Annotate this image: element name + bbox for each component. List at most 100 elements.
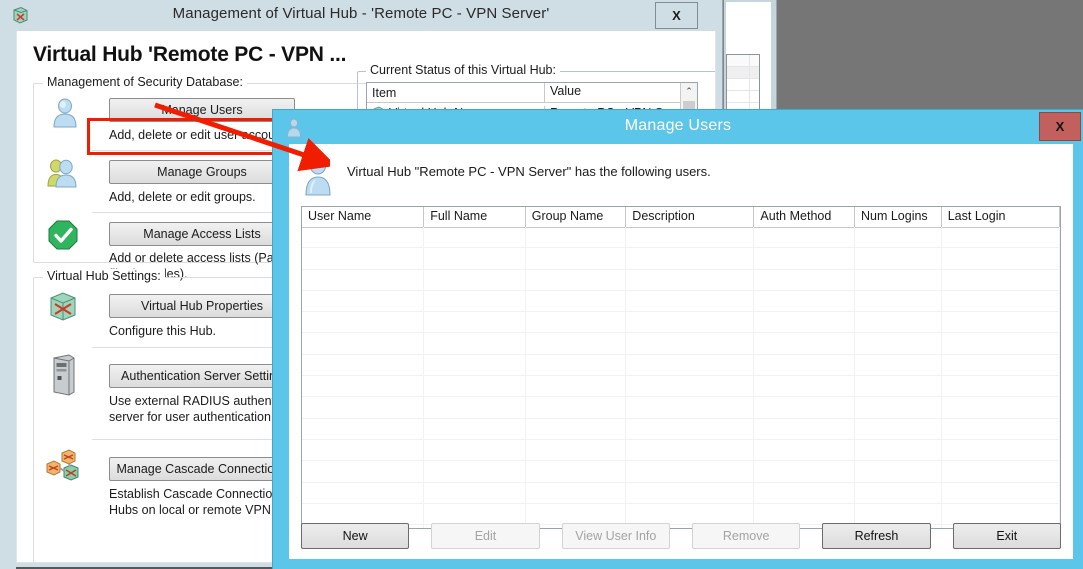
table-row[interactable] <box>302 439 1060 462</box>
new-button[interactable]: New <box>301 523 410 549</box>
user-table[interactable]: User Name Full Name Group Name Description A… <box>301 206 1061 529</box>
table-cell <box>754 418 855 439</box>
table-cell <box>626 397 755 418</box>
server-tower-icon <box>53 354 75 396</box>
virtual-hub-properties-button[interactable]: Virtual Hub Properties <box>109 294 295 318</box>
table-cell <box>424 333 526 354</box>
table-row[interactable] <box>302 269 1060 291</box>
user-table-column-header[interactable]: Description <box>626 207 755 227</box>
table-cell <box>626 290 755 312</box>
table-cell <box>626 503 755 525</box>
dialog-close-button[interactable]: X <box>1039 112 1081 141</box>
manage-users-button[interactable]: Manage Users <box>109 98 295 122</box>
table-cell <box>855 354 942 376</box>
table-cell <box>855 397 942 418</box>
dialog-client-area: Virtual Hub "Remote PC - VPN Server" has… <box>289 144 1073 559</box>
table-row[interactable] <box>302 227 1060 249</box>
scroll-up-icon[interactable]: ⌃ <box>681 83 697 99</box>
table-cell <box>302 354 425 376</box>
table-cell <box>302 248 425 269</box>
table-cell <box>754 269 855 290</box>
exit-button[interactable]: Exit <box>952 523 1061 549</box>
table-cell <box>526 333 627 354</box>
table-cell <box>855 312 942 333</box>
table-cell <box>754 333 855 354</box>
user-table-body[interactable] <box>302 227 1060 528</box>
table-cell <box>855 461 942 482</box>
table-cell <box>424 439 526 461</box>
table-row[interactable] <box>302 354 1060 377</box>
table-cell <box>424 248 526 269</box>
table-cell <box>855 503 942 525</box>
user-table-column-header[interactable]: Num Logins <box>855 207 942 227</box>
table-cell <box>526 312 627 333</box>
table-row[interactable] <box>302 376 1060 398</box>
table-cell <box>942 461 1060 482</box>
table-cell <box>942 248 1060 269</box>
edit-button: Edit <box>431 523 540 549</box>
table-row[interactable] <box>302 333 1060 355</box>
table-row[interactable] <box>302 397 1060 419</box>
table-cell <box>855 418 942 439</box>
table-cell <box>855 290 942 312</box>
main-window-titlebar[interactable]: Management of Virtual Hub - 'Remote PC -… <box>0 0 722 31</box>
table-cell <box>302 482 425 503</box>
user-table-column-header[interactable]: Last Login <box>942 207 1060 227</box>
table-cell <box>626 227 755 248</box>
table-cell <box>302 397 425 418</box>
table-row[interactable] <box>302 248 1060 270</box>
manage-groups-description: Add, delete or edit groups. <box>109 190 256 204</box>
table-row[interactable] <box>302 461 1060 483</box>
table-cell <box>526 290 627 312</box>
status-column-value: Value <box>550 84 582 98</box>
table-cell <box>424 418 526 439</box>
security-database-group-label: Management of Security Database: <box>43 75 247 89</box>
table-cell <box>626 418 755 439</box>
table-row[interactable] <box>302 312 1060 334</box>
green-check-icon <box>48 220 78 250</box>
table-cell <box>754 461 855 482</box>
table-cell <box>526 248 627 269</box>
table-cell <box>754 482 855 503</box>
table-cell <box>942 439 1060 461</box>
table-cell <box>754 354 855 376</box>
main-window-close-button[interactable]: X <box>655 2 698 29</box>
dialog-titlebar[interactable]: Manage Users X <box>273 110 1083 144</box>
current-status-group-label: Current Status of this Virtual Hub: <box>366 63 560 77</box>
table-row[interactable] <box>302 418 1060 440</box>
user-table-header: User Name Full Name Group Name Description A… <box>302 207 1060 228</box>
view-user-info-button: View User Info <box>561 523 670 549</box>
table-row[interactable] <box>302 482 1060 504</box>
refresh-button[interactable]: Refresh <box>822 523 931 549</box>
table-cell <box>626 333 755 354</box>
table-cell <box>302 333 425 354</box>
table-cell <box>424 482 526 503</box>
authentication-server-setting-button[interactable]: Authentication Server Setting <box>109 364 295 388</box>
manage-groups-button[interactable]: Manage Groups <box>109 160 295 184</box>
table-cell <box>855 269 942 290</box>
user-table-column-header[interactable]: User Name <box>302 207 425 227</box>
background-window[interactable] <box>723 0 777 113</box>
table-cell <box>626 461 755 482</box>
manage-cascade-connections-button[interactable]: Manage Cascade Connections <box>109 457 295 481</box>
table-cell <box>626 439 755 461</box>
table-row[interactable] <box>302 290 1060 313</box>
user-table-column-header[interactable]: Full Name <box>424 207 526 227</box>
user-table-column-header[interactable]: Group Name <box>526 207 627 227</box>
table-cell <box>526 269 627 290</box>
table-cell <box>942 333 1060 354</box>
table-cell <box>754 227 855 248</box>
status-grid-header: Item Value <box>367 83 697 103</box>
table-cell <box>302 227 425 248</box>
cascade-icon <box>46 449 79 481</box>
table-cell <box>526 461 627 482</box>
table-cell <box>754 312 855 333</box>
table-cell <box>942 397 1060 418</box>
user-table-column-header[interactable]: Auth Method <box>754 207 855 227</box>
manage-access-lists-button[interactable]: Manage Access Lists <box>109 222 295 246</box>
hub-properties-icon <box>50 292 76 321</box>
table-cell <box>942 503 1060 525</box>
table-cell <box>302 312 425 333</box>
table-row[interactable] <box>302 503 1060 526</box>
table-cell <box>754 397 855 418</box>
